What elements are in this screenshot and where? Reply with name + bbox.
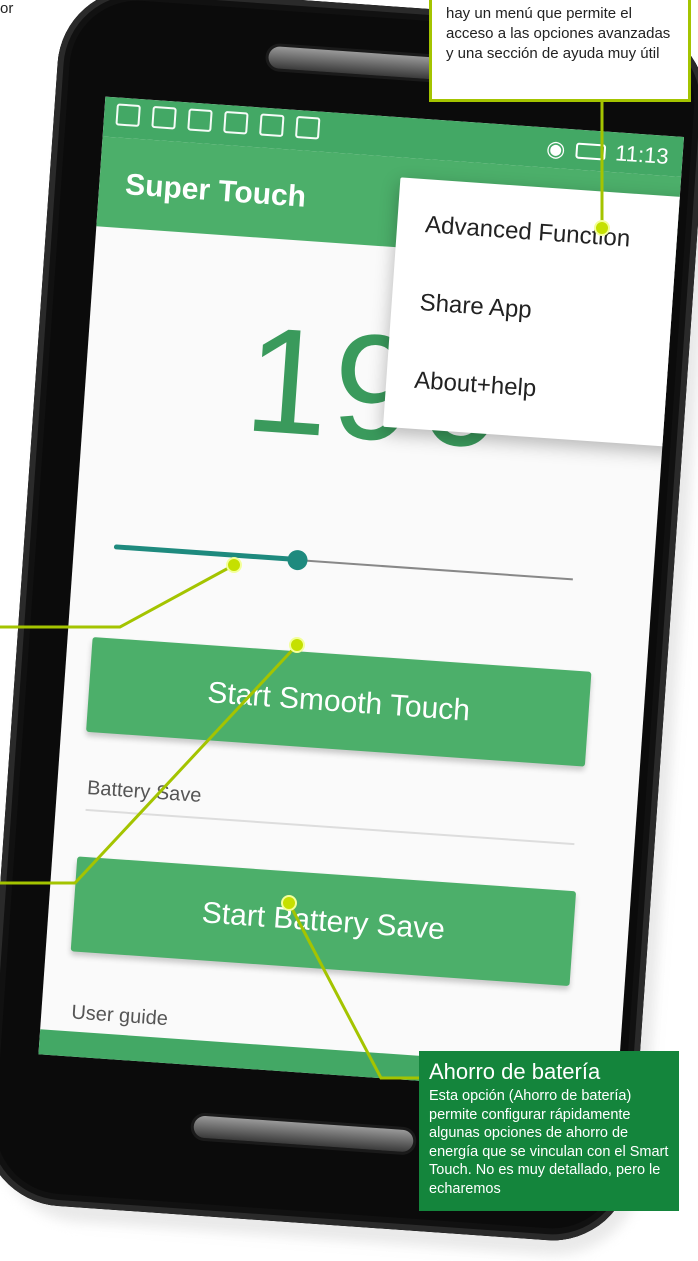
- user-guide-link[interactable]: User guide: [71, 1001, 169, 1031]
- cookie-icon: [223, 110, 249, 135]
- back-icon[interactable]: ⮌: [140, 1055, 168, 1095]
- sensitivity-slider[interactable]: [113, 528, 575, 600]
- leader-dot-battery: [281, 895, 297, 911]
- home-icon[interactable]: ⌂: [304, 1066, 324, 1095]
- status-right: ◉ 11:13: [545, 135, 669, 169]
- bottom-speaker: [193, 1115, 415, 1153]
- leader-dot-menu: [594, 220, 610, 236]
- status-icons: [115, 103, 321, 140]
- menu-callout: hay un menú que permite el acceso a las …: [429, 0, 691, 102]
- image-icon: [115, 103, 141, 128]
- clipboard-icon: [294, 115, 321, 140]
- menu-callout-text: hay un menú que permite el acceso a las …: [446, 5, 671, 62]
- menu-item-about-help[interactable]: About+help: [413, 367, 537, 403]
- battery-callout-title: Ahorro de batería: [429, 1059, 601, 1084]
- gmail-icon: [151, 105, 177, 130]
- start-battery-save-button[interactable]: Start Battery Save: [70, 856, 577, 987]
- battery-icon: [574, 142, 606, 161]
- divider: [85, 808, 575, 846]
- battery-save-label: Battery Save: [86, 777, 203, 807]
- battery-callout: Ahorro de batería Esta opción (Ahorro de…: [419, 1051, 679, 1211]
- leader-dot-smooth: [289, 637, 305, 653]
- leader-dot-slider: [226, 557, 242, 573]
- edge-text: or: [0, 0, 14, 17]
- wifi-icon: ◉: [545, 135, 567, 162]
- slider-thumb[interactable]: [286, 549, 309, 571]
- message-icon: [259, 113, 285, 138]
- app-title: Super Touch: [124, 168, 308, 214]
- start-smooth-touch-button[interactable]: Start Smooth Touch: [86, 636, 592, 767]
- phone-screen: ◉ 11:13 Super Touch 190 Start Smooth Tou…: [38, 96, 684, 1095]
- gmail-icon: [187, 108, 213, 133]
- status-time: 11:13: [614, 140, 670, 169]
- slider-fill: [113, 544, 298, 563]
- battery-callout-body: Esta opción (Ahorro de batería) permite …: [429, 1088, 669, 1197]
- overflow-menu: Advanced Function Share App About+help: [383, 177, 684, 448]
- menu-item-share-app[interactable]: Share App: [419, 289, 533, 325]
